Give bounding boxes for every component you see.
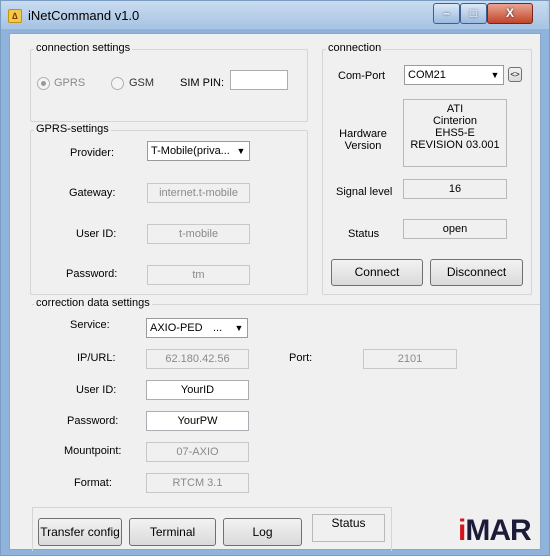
correction-user-id-label: User ID:: [76, 384, 117, 396]
correction-password-input[interactable]: YourPW: [146, 411, 249, 431]
signal-level-value: 16: [403, 179, 507, 199]
gprs-radio-label: GPRS: [54, 77, 86, 89]
close-icon: X: [505, 6, 514, 20]
status-value: open: [403, 219, 507, 239]
hardware-line: ATI: [446, 103, 464, 115]
maximize-icon: □: [469, 6, 478, 20]
port-label: Port:: [289, 352, 313, 364]
signal-level-label: Signal level: [336, 186, 393, 198]
app-icon: ∆: [8, 9, 22, 23]
close-button[interactable]: X: [487, 3, 533, 24]
connect-button[interactable]: Connect: [331, 259, 423, 286]
format-field: RTCM 3.1: [146, 473, 249, 493]
minimize-icon: –: [443, 6, 450, 20]
mountpoint-label: Mountpoint:: [64, 445, 122, 457]
gsm-radio[interactable]: [111, 77, 124, 90]
service-select[interactable]: AXIO-PED ... ▼: [146, 318, 248, 338]
hardware-line: REVISION 03.001: [410, 139, 500, 151]
service-label: Service:: [70, 319, 110, 331]
sim-pin-label: SIM PIN:: [180, 77, 225, 89]
chevron-down-icon: ▼: [490, 70, 500, 80]
chevron-down-icon: ▼: [236, 146, 246, 156]
gateway-field: internet.t-mobile: [147, 183, 250, 203]
gprs-password-label: Password:: [66, 268, 118, 280]
gprs-password-field: tm: [147, 265, 250, 285]
correction-password-label: Password:: [67, 415, 119, 427]
correction-user-id-input[interactable]: YourID: [146, 380, 249, 400]
format-label: Format:: [74, 477, 112, 489]
ipurl-label: IP/URL:: [77, 352, 116, 364]
minimize-button[interactable]: –: [433, 3, 460, 24]
bottom-status-box: Status: [312, 514, 385, 542]
comport-value: COM21: [408, 69, 446, 81]
hardware-line: EHS5-E: [435, 127, 475, 139]
ipurl-field: 62.180.42.56: [146, 349, 249, 369]
chevron-down-icon: ▼: [234, 323, 244, 333]
maximize-button[interactable]: □: [460, 3, 487, 24]
mountpoint-field: 07-AXIO: [146, 442, 249, 462]
logo-rest: MAR: [465, 514, 531, 547]
service-value: AXIO-PED: [150, 322, 203, 334]
comport-label: Com-Port: [338, 70, 386, 82]
imar-logo: iMAR: [458, 511, 532, 551]
comport-select[interactable]: COM21 ▼: [404, 65, 504, 85]
hardware-label-line-2: Version: [344, 140, 382, 152]
hardware-label: Hardware Version: [328, 128, 398, 152]
provider-label: Provider:: [70, 147, 115, 159]
connection-settings-title: connection settings: [34, 42, 133, 54]
hardware-version-box: ATI Cinterion EHS5-E REVISION 03.001: [403, 99, 507, 167]
terminal-button[interactable]: Terminal: [129, 518, 216, 546]
status-label: Status: [348, 228, 380, 240]
sim-pin-input[interactable]: [230, 70, 288, 90]
gateway-label: Gateway:: [69, 187, 116, 199]
window-title: iNetCommand v1.0: [28, 8, 140, 23]
gprs-radio[interactable]: [37, 77, 50, 90]
log-button[interactable]: Log: [223, 518, 302, 546]
transfer-config-button[interactable]: Transfer config: [38, 518, 122, 546]
gsm-radio-label: GSM: [129, 77, 155, 89]
service-ellipsis: ...: [213, 322, 223, 334]
hardware-label-line-1: Hardware: [339, 128, 387, 140]
disconnect-button[interactable]: Disconnect: [430, 259, 523, 286]
gprs-user-id-label: User ID:: [76, 228, 117, 240]
provider-value: T-Mobile(priva...: [151, 145, 230, 157]
comport-refresh-button[interactable]: <>: [508, 67, 522, 82]
hardware-line: Cinterion: [432, 115, 478, 127]
client-area: connection settings GPRS GSM SIM PIN: GP…: [9, 33, 541, 551]
provider-select[interactable]: T-Mobile(priva... ▼: [147, 141, 250, 161]
gprs-settings-title: GPRS-settings: [34, 123, 111, 135]
gprs-user-id-field: t-mobile: [147, 224, 250, 244]
connection-title: connection: [326, 42, 384, 54]
correction-title: correction data settings: [34, 297, 152, 309]
port-field: 2101: [363, 349, 457, 369]
